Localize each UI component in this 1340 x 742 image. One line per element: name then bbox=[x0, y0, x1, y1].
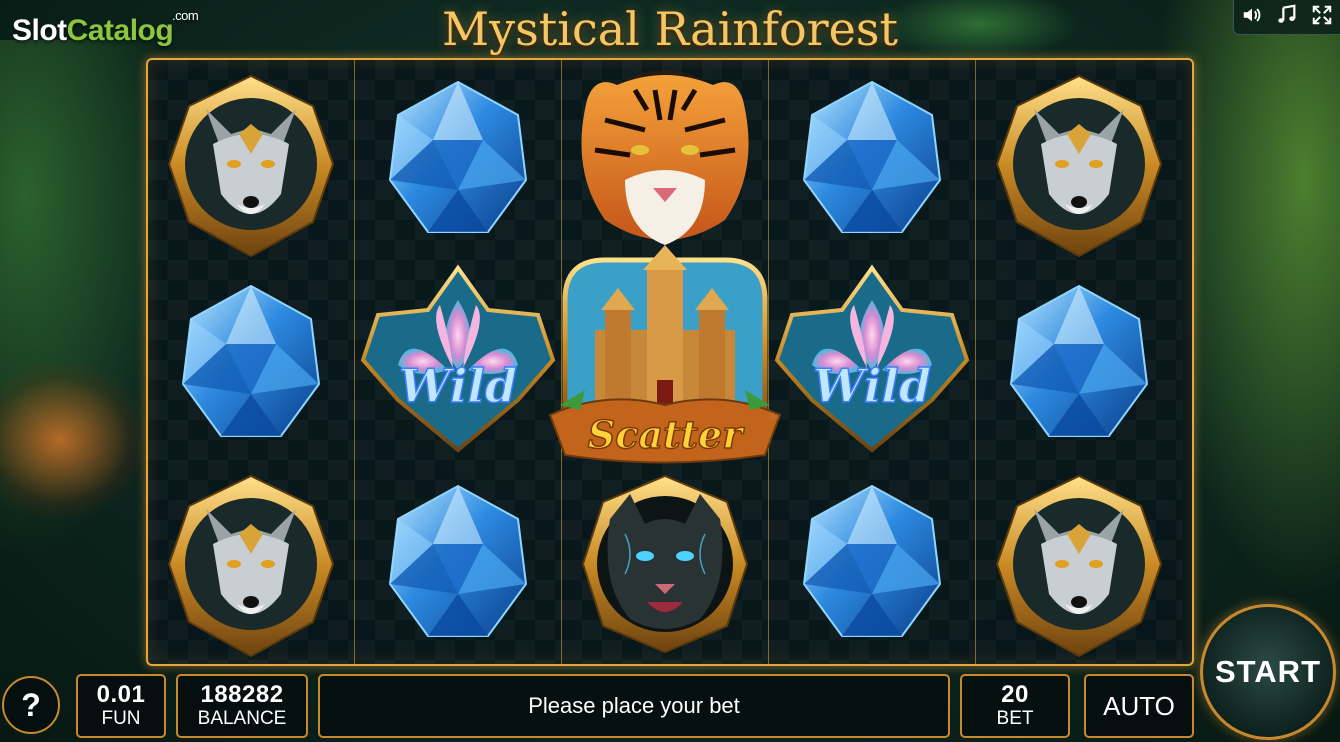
message-bar: Please place your bet bbox=[318, 674, 950, 738]
sound-icon[interactable] bbox=[1241, 4, 1263, 31]
coin-value: 0.01 bbox=[96, 681, 146, 708]
symbol-blue-gem bbox=[976, 264, 1182, 464]
bet-box[interactable]: 20 BET bbox=[960, 674, 1070, 738]
symbol-scatter: Scatter bbox=[548, 245, 782, 470]
symbol-wolf bbox=[148, 64, 354, 264]
symbol-wild: Wild bbox=[355, 260, 561, 460]
reels-frame: Wild Scatter Wild bbox=[146, 58, 1194, 666]
symbol-wolf bbox=[148, 464, 354, 664]
symbol-blue-gem bbox=[769, 60, 975, 260]
coin-value-box[interactable]: 0.01 FUN bbox=[76, 674, 166, 738]
symbol-wolf bbox=[976, 464, 1182, 664]
help-button[interactable]: ? bbox=[2, 676, 60, 734]
balance-value: 188282 bbox=[200, 681, 284, 708]
balance-label: BALANCE bbox=[197, 708, 287, 729]
symbol-wild: Wild bbox=[769, 260, 975, 460]
reel-1 bbox=[148, 60, 355, 664]
reel-2: Wild bbox=[355, 60, 562, 664]
auto-button[interactable]: AUTO bbox=[1084, 674, 1194, 738]
orange-flower-decoration bbox=[0, 360, 150, 520]
symbol-blue-gem bbox=[355, 464, 561, 664]
symbol-panther bbox=[562, 464, 768, 664]
symbol-tiger bbox=[562, 60, 768, 260]
symbol-blue-gem bbox=[355, 60, 561, 260]
reel-4: Wild bbox=[769, 60, 976, 664]
balance-box: 188282 BALANCE bbox=[176, 674, 308, 738]
start-button[interactable]: START bbox=[1200, 604, 1336, 740]
symbol-wolf bbox=[976, 64, 1182, 264]
scatter-label: Scatter bbox=[588, 412, 745, 457]
game-title: Mystical Rainforest bbox=[442, 2, 898, 56]
fullscreen-icon[interactable] bbox=[1311, 4, 1333, 31]
reel-5 bbox=[976, 60, 1182, 664]
music-icon[interactable] bbox=[1276, 4, 1298, 31]
wild-label: Wild bbox=[399, 359, 517, 413]
currency-label: FUN bbox=[101, 708, 141, 729]
bet-label: BET bbox=[996, 708, 1034, 729]
symbol-blue-gem bbox=[769, 464, 975, 664]
wild-label: Wild bbox=[813, 359, 931, 413]
top-controls bbox=[1233, 0, 1340, 35]
reel-3: Scatter bbox=[548, 60, 782, 664]
bet-value: 20 bbox=[1001, 681, 1029, 708]
symbol-blue-gem bbox=[148, 264, 354, 464]
